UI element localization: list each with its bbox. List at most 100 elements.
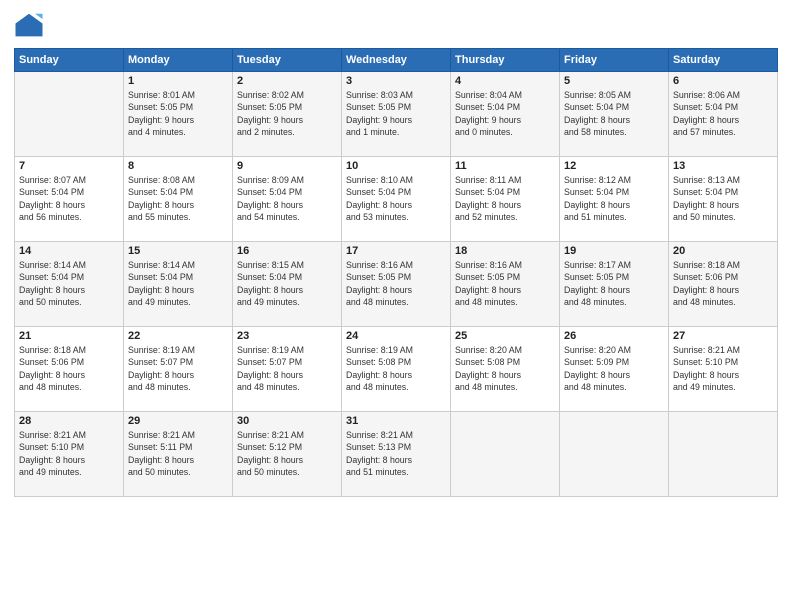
week-row-0: 1 Sunrise: 8:01 AM Sunset: 5:05 PM Daylig… bbox=[15, 72, 778, 157]
day-number: 30 bbox=[237, 415, 337, 427]
day-number: 29 bbox=[128, 415, 228, 427]
logo-icon bbox=[14, 10, 44, 40]
day-info: Sunrise: 8:12 AM Sunset: 5:04 PM Dayligh… bbox=[564, 174, 664, 223]
calendar-header: SundayMondayTuesdayWednesdayThursdayFrid… bbox=[15, 49, 778, 72]
day-info: Sunrise: 8:05 AM Sunset: 5:04 PM Dayligh… bbox=[564, 89, 664, 138]
day-number: 11 bbox=[455, 160, 555, 172]
day-number: 17 bbox=[346, 245, 446, 257]
day-cell: 11Sunrise: 8:11 AM Sunset: 5:04 PM Dayli… bbox=[451, 157, 560, 242]
day-cell: 14 Sunrise: 8:14 AM Sunset: 5:04 PM Dayli… bbox=[15, 242, 124, 327]
page: SundayMondayTuesdayWednesdayThursdayFrid… bbox=[0, 0, 792, 612]
day-number: 27 bbox=[673, 330, 773, 342]
calendar-body: 1 Sunrise: 8:01 AM Sunset: 5:05 PM Daylig… bbox=[15, 72, 778, 497]
col-header-tuesday: Tuesday bbox=[233, 49, 342, 72]
day-info: Sunrise: 8:03 AM Sunset: 5:05 PM Dayligh… bbox=[346, 89, 446, 138]
day-number: 22 bbox=[128, 330, 228, 342]
day-cell: 21 Sunrise: 8:18 AM Sunset: 5:06 PM Dayli… bbox=[15, 327, 124, 412]
day-cell bbox=[451, 412, 560, 497]
day-info: Sunrise: 8:18 AM Sunset: 5:06 PM Dayligh… bbox=[673, 259, 773, 308]
col-header-friday: Friday bbox=[560, 49, 669, 72]
day-number: 31 bbox=[346, 415, 446, 427]
day-number: 19 bbox=[564, 245, 664, 257]
day-info: Sunrise: 8:16 AM Sunset: 5:05 PM Dayligh… bbox=[346, 259, 446, 308]
day-info: Sunrise: 8:14 AM Sunset: 5:04 PM Dayligh… bbox=[19, 259, 119, 308]
day-info: Sunrise: 8:13 AM Sunset: 5:04 PM Dayligh… bbox=[673, 174, 773, 223]
day-cell: 29 Sunrise: 8:21 AM Sunset: 5:11 PM Dayli… bbox=[124, 412, 233, 497]
day-info: Sunrise: 8:21 AM Sunset: 5:11 PM Dayligh… bbox=[128, 429, 228, 478]
day-number: 23 bbox=[237, 330, 337, 342]
day-info: Sunrise: 8:19 AM Sunset: 5:07 PM Dayligh… bbox=[237, 344, 337, 393]
day-info: Sunrise: 8:06 AM Sunset: 5:04 PM Dayligh… bbox=[673, 89, 773, 138]
day-cell: 13 Sunrise: 8:13 AM Sunset: 5:04 PM Dayli… bbox=[669, 157, 778, 242]
day-cell: 27 Sunrise: 8:21 AM Sunset: 5:10 PM Dayli… bbox=[669, 327, 778, 412]
day-number: 16 bbox=[237, 245, 337, 257]
day-number: 12 bbox=[564, 160, 664, 172]
day-cell: 6 Sunrise: 8:06 AM Sunset: 5:04 PM Daylig… bbox=[669, 72, 778, 157]
day-cell: 1 Sunrise: 8:01 AM Sunset: 5:05 PM Daylig… bbox=[124, 72, 233, 157]
col-header-monday: Monday bbox=[124, 49, 233, 72]
day-number: 28 bbox=[19, 415, 119, 427]
col-header-thursday: Thursday bbox=[451, 49, 560, 72]
day-number: 14 bbox=[19, 245, 119, 257]
calendar-table: SundayMondayTuesdayWednesdayThursdayFrid… bbox=[14, 48, 778, 497]
day-cell: 18 Sunrise: 8:16 AM Sunset: 5:05 PM Dayli… bbox=[451, 242, 560, 327]
day-info: Sunrise: 8:19 AM Sunset: 5:08 PM Dayligh… bbox=[346, 344, 446, 393]
day-number: 4 bbox=[455, 75, 555, 87]
day-cell: 2 Sunrise: 8:02 AM Sunset: 5:05 PM Daylig… bbox=[233, 72, 342, 157]
day-number: 20 bbox=[673, 245, 773, 257]
day-info: Sunrise: 8:20 AM Sunset: 5:08 PM Dayligh… bbox=[455, 344, 555, 393]
week-row-4: 28 Sunrise: 8:21 AM Sunset: 5:10 PM Dayli… bbox=[15, 412, 778, 497]
day-info: Sunrise: 8:08 AM Sunset: 5:04 PM Dayligh… bbox=[128, 174, 228, 223]
day-number: 9 bbox=[237, 160, 337, 172]
day-cell: 8Sunrise: 8:08 AM Sunset: 5:04 PM Daylig… bbox=[124, 157, 233, 242]
day-info: Sunrise: 8:18 AM Sunset: 5:06 PM Dayligh… bbox=[19, 344, 119, 393]
day-info: Sunrise: 8:02 AM Sunset: 5:05 PM Dayligh… bbox=[237, 89, 337, 138]
week-row-3: 21 Sunrise: 8:18 AM Sunset: 5:06 PM Dayli… bbox=[15, 327, 778, 412]
day-info: Sunrise: 8:01 AM Sunset: 5:05 PM Dayligh… bbox=[128, 89, 228, 138]
day-cell: 31Sunrise: 8:21 AM Sunset: 5:13 PM Dayli… bbox=[342, 412, 451, 497]
day-info: Sunrise: 8:15 AM Sunset: 5:04 PM Dayligh… bbox=[237, 259, 337, 308]
day-number: 13 bbox=[673, 160, 773, 172]
day-info: Sunrise: 8:21 AM Sunset: 5:12 PM Dayligh… bbox=[237, 429, 337, 478]
day-info: Sunrise: 8:20 AM Sunset: 5:09 PM Dayligh… bbox=[564, 344, 664, 393]
day-cell: 3 Sunrise: 8:03 AM Sunset: 5:05 PM Daylig… bbox=[342, 72, 451, 157]
week-row-1: 7 Sunrise: 8:07 AM Sunset: 5:04 PM Daylig… bbox=[15, 157, 778, 242]
day-cell: 30 Sunrise: 8:21 AM Sunset: 5:12 PM Dayli… bbox=[233, 412, 342, 497]
day-cell: 26Sunrise: 8:20 AM Sunset: 5:09 PM Dayli… bbox=[560, 327, 669, 412]
day-number: 21 bbox=[19, 330, 119, 342]
day-cell: 24 Sunrise: 8:19 AM Sunset: 5:08 PM Dayli… bbox=[342, 327, 451, 412]
day-info: Sunrise: 8:21 AM Sunset: 5:10 PM Dayligh… bbox=[673, 344, 773, 393]
day-number: 18 bbox=[455, 245, 555, 257]
day-info: Sunrise: 8:04 AM Sunset: 5:04 PM Dayligh… bbox=[455, 89, 555, 138]
day-number: 5 bbox=[564, 75, 664, 87]
day-cell: 7 Sunrise: 8:07 AM Sunset: 5:04 PM Daylig… bbox=[15, 157, 124, 242]
day-number: 1 bbox=[128, 75, 228, 87]
day-cell: 10Sunrise: 8:10 AM Sunset: 5:04 PM Dayli… bbox=[342, 157, 451, 242]
day-cell: 12 Sunrise: 8:12 AM Sunset: 5:04 PM Dayli… bbox=[560, 157, 669, 242]
day-cell: 25 Sunrise: 8:20 AM Sunset: 5:08 PM Dayli… bbox=[451, 327, 560, 412]
day-number: 25 bbox=[455, 330, 555, 342]
day-info: Sunrise: 8:07 AM Sunset: 5:04 PM Dayligh… bbox=[19, 174, 119, 223]
day-number: 3 bbox=[346, 75, 446, 87]
day-info: Sunrise: 8:19 AM Sunset: 5:07 PM Dayligh… bbox=[128, 344, 228, 393]
day-cell: 23 Sunrise: 8:19 AM Sunset: 5:07 PM Dayli… bbox=[233, 327, 342, 412]
day-info: Sunrise: 8:14 AM Sunset: 5:04 PM Dayligh… bbox=[128, 259, 228, 308]
day-info: Sunrise: 8:16 AM Sunset: 5:05 PM Dayligh… bbox=[455, 259, 555, 308]
day-number: 2 bbox=[237, 75, 337, 87]
day-cell bbox=[560, 412, 669, 497]
week-row-2: 14 Sunrise: 8:14 AM Sunset: 5:04 PM Dayli… bbox=[15, 242, 778, 327]
day-cell: 19Sunrise: 8:17 AM Sunset: 5:05 PM Dayli… bbox=[560, 242, 669, 327]
day-cell bbox=[669, 412, 778, 497]
day-cell: 9Sunrise: 8:09 AM Sunset: 5:04 PM Daylig… bbox=[233, 157, 342, 242]
day-info: Sunrise: 8:10 AM Sunset: 5:04 PM Dayligh… bbox=[346, 174, 446, 223]
day-info: Sunrise: 8:21 AM Sunset: 5:10 PM Dayligh… bbox=[19, 429, 119, 478]
col-header-wednesday: Wednesday bbox=[342, 49, 451, 72]
header bbox=[14, 10, 778, 40]
day-cell: 4 Sunrise: 8:04 AM Sunset: 5:04 PM Daylig… bbox=[451, 72, 560, 157]
day-number: 24 bbox=[346, 330, 446, 342]
day-cell: 28 Sunrise: 8:21 AM Sunset: 5:10 PM Dayli… bbox=[15, 412, 124, 497]
day-number: 7 bbox=[19, 160, 119, 172]
day-cell: 20 Sunrise: 8:18 AM Sunset: 5:06 PM Dayli… bbox=[669, 242, 778, 327]
day-cell bbox=[15, 72, 124, 157]
day-number: 6 bbox=[673, 75, 773, 87]
